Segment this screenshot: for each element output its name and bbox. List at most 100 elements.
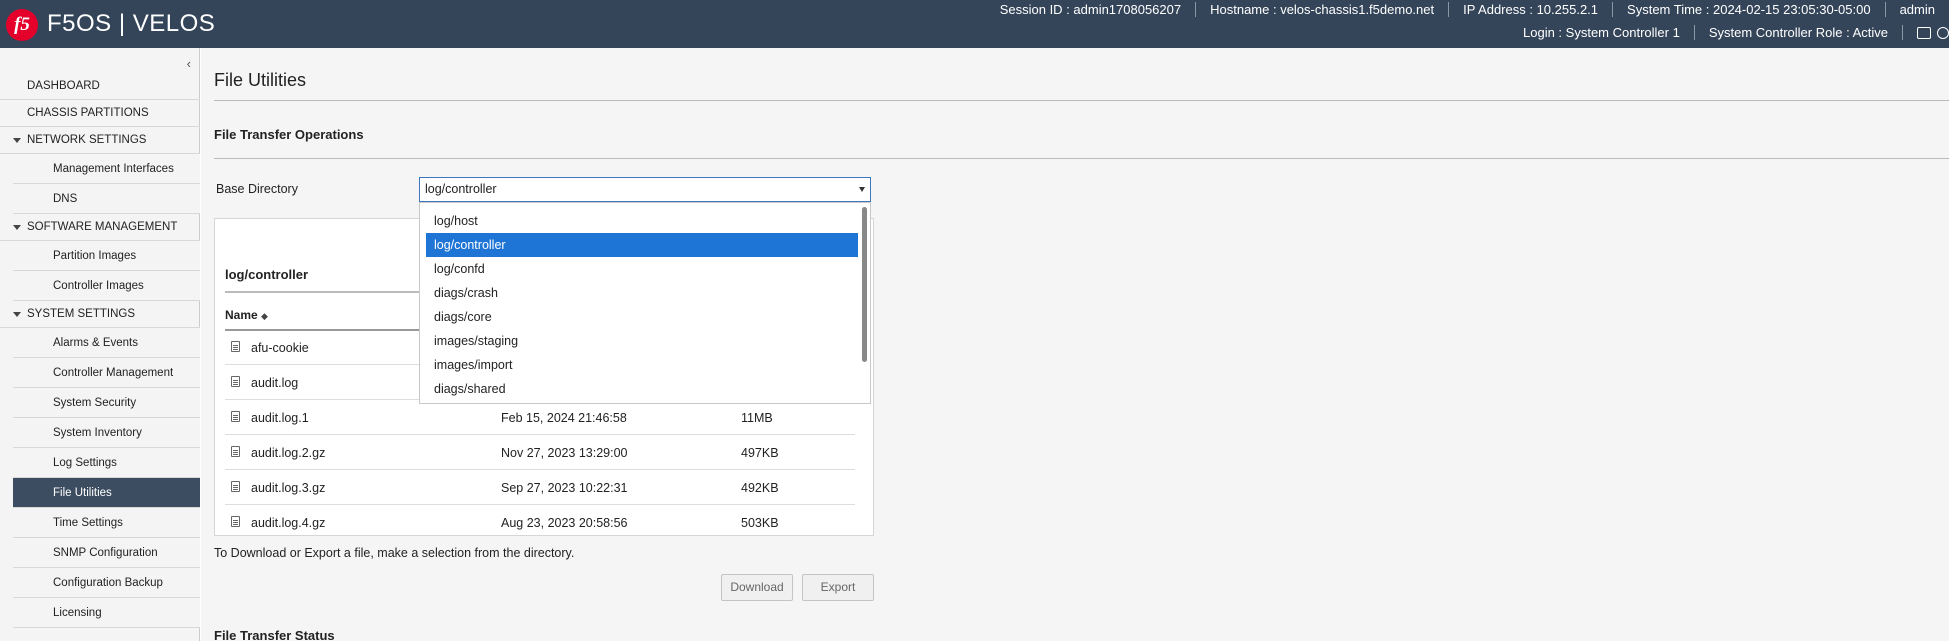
f5-logo: f5 [6,9,38,41]
file-date: Sep 27, 2023 10:22:31 [501,481,628,495]
file-icon [231,516,240,527]
caret-down-icon [13,312,21,317]
sidebar-item-label: File Utilities [53,487,112,499]
chevron-down-icon[interactable] [859,187,865,192]
table-row[interactable]: audit.log.4.gzAug 23, 2023 20:58:56503KB [225,505,855,536]
session-id: Session ID : admin1708056207 [986,2,1196,17]
title-divider [214,100,1949,101]
column-header-name[interactable]: Name ◆ [225,308,268,322]
sidebar-item-log-settings[interactable]: Log Settings [13,448,200,478]
file-icon [231,411,240,422]
book-icon[interactable] [1917,27,1931,39]
sidebar-item-label: Management Interfaces [53,163,174,175]
column-header-name-label: Name [225,308,258,322]
sidebar-item-label: System Inventory [53,427,142,439]
table-row[interactable]: audit.log.3.gz Sep 27, 2023 10:22:31 492KB [225,470,855,505]
table-row[interactable]: audit.log.1 Feb 15, 2024 21:46:58 11MB [225,400,855,435]
sidebar-item-label: Controller Images [53,280,144,292]
sidebar-item-chassis-partitions[interactable]: CHASSIS PARTITIONS [0,100,200,127]
sidebar-item-label: Licensing [53,607,102,619]
sidebar-item-label: DNS [53,193,77,205]
file-size: 503KB [741,516,779,530]
base-directory-label: Base Directory [216,182,298,196]
file-name: audit.log.3.gz [251,481,325,495]
dropdown-option[interactable]: log/confd [426,257,858,281]
sort-icon[interactable]: ◆ [261,311,268,321]
sidebar-item-alarms-events[interactable]: Alarms & Events [13,328,200,358]
table-row[interactable]: audit.log.2.gz Nov 27, 2023 13:29:00 497KB [225,435,855,470]
caret-down-icon [13,138,21,143]
sidebar-item-label: DASHBOARD [27,80,100,92]
file-icon [231,446,240,457]
sidebar-item-label: SOFTWARE MANAGEMENT [27,221,177,233]
help-icon[interactable] [1937,27,1949,39]
sidebar-nav: DASHBOARD CHASSIS PARTITIONS NETWORK SETTI… [0,73,200,628]
sidebar-item-label: Log Settings [53,457,117,469]
sidebar-item-label: Time Settings [53,517,123,529]
dropdown-option[interactable]: diags/crash [426,281,858,305]
file-name: afu-cookie [251,341,309,355]
dropdown-option[interactable]: images/import [426,353,858,377]
sidebar-item-file-utilities[interactable]: File Utilities [13,478,200,508]
dropdown-option[interactable]: images/staging [426,329,858,353]
dropdown-option[interactable]: diags/shared [426,377,858,401]
sidebar-item-label: SYSTEM SETTINGS [27,308,135,320]
sidebar-item-snmp-configuration[interactable]: SNMP Configuration [13,538,200,568]
base-directory-value: log/controller [425,182,497,196]
download-button[interactable]: Download [721,574,793,601]
file-date: Feb 15, 2024 21:46:58 [501,411,627,425]
sidebar-item-dns[interactable]: DNS [13,184,200,214]
system-time: System Time : 2024-02-15 23:05:30-05:00 [1613,2,1886,17]
controller-role: System Controller Role : Active [1695,25,1903,40]
sidebar-item-label: Partition Images [53,250,136,262]
sidebar-item-controller-management[interactable]: Controller Management [13,358,200,388]
login-info: Login : System Controller 1 [1509,25,1695,40]
sidebar-item-configuration-backup[interactable]: Configuration Backup [13,568,200,598]
hostname: Hostname : velos-chassis1.f5demo.net [1196,2,1449,17]
dropdown-option[interactable]: log/host [426,209,858,233]
file-date: Nov 27, 2023 13:29:00 [501,446,628,460]
collapse-sidebar-icon[interactable]: ‹ [187,56,191,71]
dropdown-option[interactable]: log/controller [426,233,858,257]
sidebar-item-system-security[interactable]: System Security [13,388,200,418]
header-info-row: Session ID : admin1708056207 Hostname : … [986,2,1949,17]
file-size: 497KB [741,446,779,460]
sidebar-item-label: Controller Management [53,367,173,379]
sidebar-item-label: CHASSIS PARTITIONS [27,107,149,119]
sidebar-section-system-settings[interactable]: SYSTEM SETTINGS [0,301,200,328]
file-name: audit.log.1 [251,411,309,425]
export-button[interactable]: Export [802,574,874,601]
user-menu[interactable]: admin [1886,2,1949,17]
section-divider [214,158,1949,159]
section-title-transfer: File Transfer Operations [214,127,364,142]
file-name: audit.log.4.gz [251,516,325,530]
file-name: audit.log.2.gz [251,446,325,460]
base-directory-select[interactable]: log/controller [419,177,871,202]
dropdown-scrollbar[interactable] [862,207,867,362]
sidebar: ‹ DASHBOARD CHASSIS PARTITIONS NETWORK SET… [0,48,200,641]
sidebar-section-network-settings[interactable]: NETWORK SETTINGS [0,127,200,154]
dropdown-options: log/hostlog/controllerlog/confddiags/cra… [420,203,870,401]
dropdown-option[interactable]: diags/core [426,305,858,329]
sidebar-item-system-inventory[interactable]: System Inventory [13,418,200,448]
sidebar-item-licensing[interactable]: Licensing [13,598,200,628]
sidebar-item-controller-images[interactable]: Controller Images [13,271,200,301]
sidebar-item-label: NETWORK SETTINGS [27,134,146,146]
base-directory-dropdown: log/hostlog/controllerlog/confddiags/cra… [419,202,871,404]
sidebar-item-time-settings[interactable]: Time Settings [13,508,200,538]
sidebar-item-dashboard[interactable]: DASHBOARD [0,73,200,100]
file-name: audit.log [251,376,298,390]
sidebar-section-software-management[interactable]: SOFTWARE MANAGEMENT [0,214,200,241]
top-bar: f5 F5OS | VELOS Session ID : admin170805… [0,0,1949,48]
page-title: File Utilities [214,70,306,91]
file-size: 11MB [741,411,773,425]
caret-down-icon [13,225,21,230]
sidebar-item-label: System Security [53,397,136,409]
sidebar-item-label: Alarms & Events [53,337,138,349]
sidebar-item-management-interfaces[interactable]: Management Interfaces [13,154,200,184]
file-icon [231,481,240,492]
selection-hint: To Download or Export a file, make a sel… [214,546,574,560]
sidebar-item-partition-images[interactable]: Partition Images [13,241,200,271]
header-status-row: Login : System Controller 1 System Contr… [1509,25,1949,40]
file-size: 492KB [741,481,779,495]
